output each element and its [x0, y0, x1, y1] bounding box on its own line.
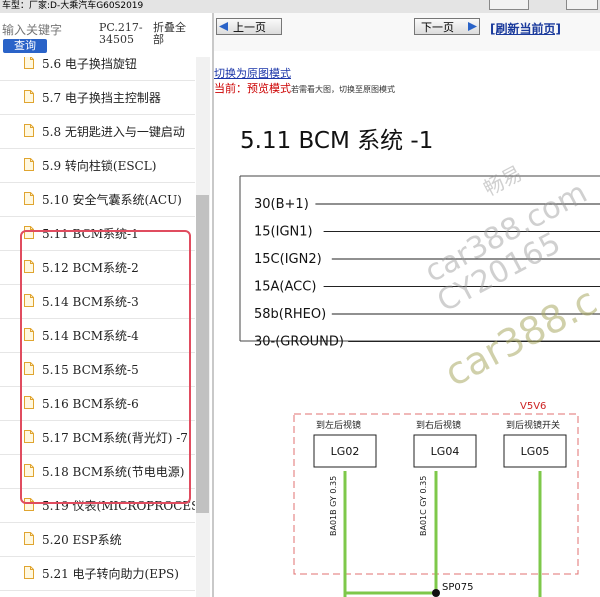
- tree-item[interactable]: 5.10 安全气囊系统(ACU): [0, 183, 195, 217]
- search-input[interactable]: [0, 22, 98, 38]
- tree-item-label: 5.8 无钥匙进入与一键启动: [42, 125, 185, 139]
- arrow-right-icon: [468, 22, 477, 31]
- power-line-label: 15C(IGN2): [254, 252, 322, 267]
- tree-item-label: 5.6 电子换挡旋钮: [42, 57, 137, 71]
- pc-code: PC.217-34505: [99, 21, 143, 46]
- wire-label-2: BA01C GY 0.35: [419, 476, 428, 536]
- next-page-button[interactable]: 下一页: [414, 18, 480, 35]
- document-icon: [24, 192, 34, 205]
- connector-caption: 到后视镜开关: [506, 419, 560, 431]
- tree-item-label: 5.20 ESP系统: [42, 533, 122, 547]
- splice-label: SP075: [442, 582, 473, 593]
- current-mode-value: 预览模式: [247, 82, 291, 95]
- viewer-panel: 上一页 下一页 [刷新当前页] 切换为原图模式 当前：预览模式若需看大图，切换至…: [214, 13, 600, 597]
- selection-highlight: [20, 230, 191, 504]
- current-mode-prefix: 当前：: [214, 82, 247, 95]
- document-icon: [24, 532, 34, 545]
- sidebar: 查询 PC.217-34505 折叠全部 5.6 电子换挡旋钮 5.7 电子换挡主…: [0, 13, 214, 597]
- tree-item[interactable]: 5.6 电子换挡旋钮: [0, 57, 195, 81]
- splice-dot: [432, 589, 440, 597]
- tree-item[interactable]: 5.21 电子转向助力(EPS): [0, 557, 195, 591]
- current-mode-line: 当前：预览模式若需看大图，切换至原图模式: [214, 80, 395, 96]
- vehicle-title: 车型：厂家:D-大乘汽车G60S2019: [2, 1, 144, 11]
- top-button-1[interactable]: [489, 0, 529, 10]
- tree-item[interactable]: 5.8 无钥匙进入与一键启动: [0, 115, 195, 149]
- green-wires: [343, 471, 542, 597]
- scrollbar-thumb[interactable]: [196, 195, 209, 513]
- connector-caption: 到左后视镜: [316, 419, 361, 431]
- power-line-label: 58b(RHEO): [254, 307, 326, 322]
- search-area: 查询 PC.217-34505 折叠全部: [0, 13, 212, 57]
- power-line-label: 30(B+1): [254, 197, 309, 212]
- arrow-left-icon: [219, 22, 228, 31]
- document-icon: [24, 158, 34, 171]
- page-nav-bar: 上一页 下一页 [刷新当前页]: [214, 13, 600, 51]
- tree-item[interactable]: 5.7 电子换挡主控制器: [0, 81, 195, 115]
- prev-page-label: 上一页: [233, 21, 266, 34]
- top-button-2[interactable]: [566, 0, 598, 10]
- collapse-all-link[interactable]: 折叠全部: [153, 22, 193, 46]
- document-icon: [24, 124, 34, 137]
- tree-item-label: 5.10 安全气囊系统(ACU): [42, 193, 182, 207]
- current-mode-hint: 若需看大图，切换至原图模式: [291, 85, 395, 94]
- document-icon: [24, 57, 34, 69]
- wire-label-1: BA01B GY 0.35: [329, 476, 338, 536]
- tree-item-label: 5.7 电子换挡主控制器: [42, 91, 161, 105]
- title-strip: 车型：厂家:D-大乘汽车G60S2019: [0, 0, 600, 13]
- connector-caption: 到右后视镜: [416, 419, 461, 431]
- connector-code: LG05: [521, 445, 550, 458]
- diagram-title: 5.11 BCM 系统 -1: [240, 128, 433, 154]
- power-line-label: 30-(GROUND): [254, 335, 344, 350]
- refresh-page-link[interactable]: [刷新当前页]: [490, 20, 561, 37]
- prev-page-button[interactable]: 上一页: [216, 18, 282, 35]
- connector-code: LG02: [331, 445, 360, 458]
- next-page-label: 下一页: [421, 21, 454, 34]
- connector-code: LG04: [431, 445, 460, 458]
- power-line-label: 15(IGN1): [254, 225, 313, 240]
- power-line-label: 15A(ACC): [254, 280, 316, 295]
- tree-item[interactable]: 5.9 转向柱锁(ESCL): [0, 149, 195, 183]
- switch-original-mode-link[interactable]: 切换为原图模式: [214, 65, 291, 81]
- tree-item-label: 5.21 电子转向助力(EPS): [42, 567, 179, 581]
- document-icon: [24, 566, 34, 579]
- search-button[interactable]: 查询: [3, 39, 47, 53]
- tree-item-label: 5.9 转向柱锁(ESCL): [42, 159, 157, 173]
- tree-item[interactable]: 5.20 ESP系统: [0, 523, 195, 557]
- variant-label: V5V6: [520, 401, 546, 412]
- document-icon: [24, 90, 34, 103]
